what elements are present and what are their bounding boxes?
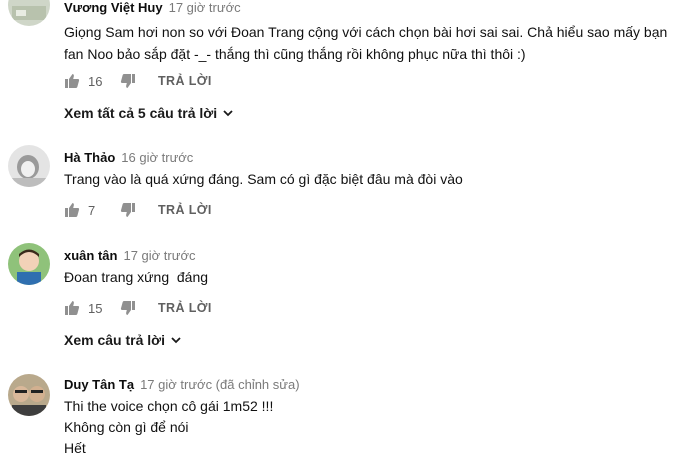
like-count: 16 <box>88 73 103 89</box>
comment-actions: 16 TRẢ LỜI <box>64 71 212 91</box>
thumbs-up-icon[interactable] <box>64 300 80 316</box>
thumbs-down-icon[interactable] <box>120 202 136 218</box>
comment-author[interactable]: Duy Tân Tạ <box>64 377 134 392</box>
comment-text-line: Thi the voice chọn cô gái 1m52 !!! <box>64 398 274 414</box>
thumbs-down-icon[interactable] <box>120 300 136 316</box>
comment-timestamp[interactable]: 17 giờ trước <box>123 248 195 263</box>
thumbs-down-icon[interactable] <box>120 73 136 89</box>
comment-text: Trang vào là quá xứng đáng. Sam có gì đặ… <box>64 168 669 190</box>
comment-text-line: Không còn gì để nói <box>64 419 189 435</box>
like-count: 7 <box>88 202 96 218</box>
view-replies-button[interactable]: Xem tất cả 5 câu trả lời <box>64 105 235 121</box>
comment-text: Giọng Sam hơi non so với Đoan Trang cộng… <box>64 21 669 65</box>
comment-timestamp[interactable]: 17 giờ trước <box>169 0 241 15</box>
comment-actions: 7 TRẢ LỜI <box>64 200 212 220</box>
comment-text-line: Trang vào là quá xứng đáng. Sam có gì đặ… <box>64 171 463 187</box>
comment-author[interactable]: Hà Thảo <box>64 150 115 165</box>
comment-text-line: Hết <box>64 440 86 456</box>
comment-timestamp[interactable]: 16 giờ trước <box>121 150 193 165</box>
comment-text-line: Giọng Sam hơi non so với Đoan Trang cộng… <box>64 24 668 40</box>
view-replies-label: Xem tất cả 5 câu trả lời <box>64 105 218 121</box>
like-count: 15 <box>88 300 103 316</box>
avatar[interactable] <box>8 145 50 187</box>
avatar[interactable] <box>8 243 50 285</box>
view-replies-button[interactable]: Xem câu trả lời <box>64 332 183 348</box>
comment-author[interactable]: xuân tân <box>64 248 117 263</box>
comment-author[interactable]: Vương Việt Huy <box>64 0 163 15</box>
comment-text-line: fan Noo bảo sắp đặt -_- thắng thì cũng t… <box>64 46 526 62</box>
avatar[interactable] <box>8 0 50 26</box>
comment-actions: 15 TRẢ LỜI <box>64 298 212 318</box>
chevron-down-icon <box>221 106 235 120</box>
comment-text-line: Đoan trang xứng đáng <box>64 269 209 285</box>
comment-text: Thi the voice chọn cô gái 1m52 !!! Không… <box>64 396 669 459</box>
reply-button[interactable]: TRẢ LỜI <box>158 301 212 315</box>
view-replies-label: Xem câu trả lời <box>64 332 165 348</box>
chevron-down-icon <box>169 333 183 347</box>
comment-timestamp[interactable]: 17 giờ trước (đã chỉnh sửa) <box>140 377 299 392</box>
thumbs-up-icon[interactable] <box>64 202 80 218</box>
comment-text: Đoan trang xứng đáng <box>64 266 669 288</box>
thumbs-up-icon[interactable] <box>64 73 80 89</box>
reply-button[interactable]: TRẢ LỜI <box>158 203 212 217</box>
reply-button[interactable]: TRẢ LỜI <box>158 74 212 88</box>
avatar[interactable] <box>8 374 50 416</box>
